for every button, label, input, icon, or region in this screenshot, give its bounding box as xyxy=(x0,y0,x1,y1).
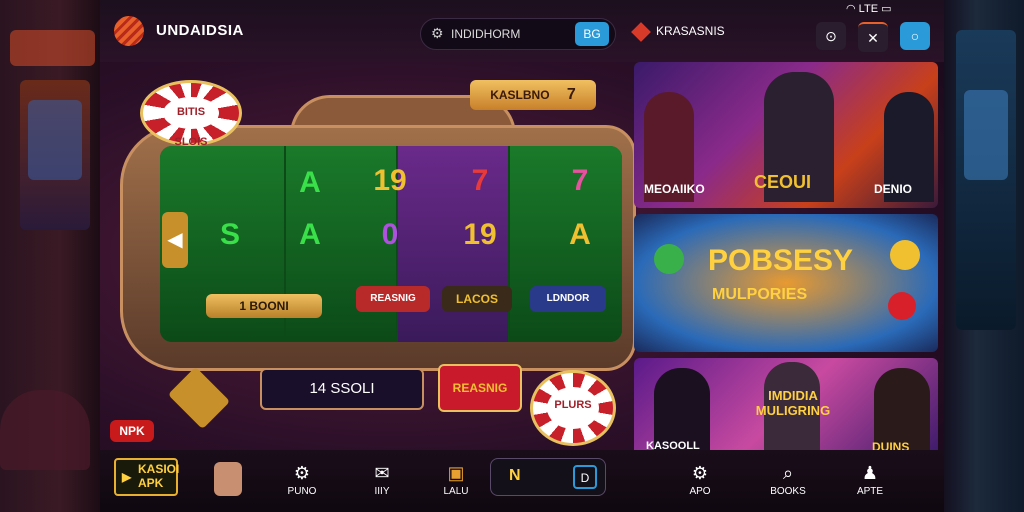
card-1-center-label: CEOUI xyxy=(754,172,812,192)
card-1-left-label: MEOAIIKO xyxy=(644,182,705,196)
battery-icon: ▭ xyxy=(881,3,892,15)
nav-item-messages[interactable]: ✉ IIIY xyxy=(352,460,412,497)
reel-symbol: 19 xyxy=(373,164,407,197)
spin-badge[interactable]: REASNIG xyxy=(438,364,522,412)
promo-card-3[interactable]: KASOOLL IMDIDIA MULIGRING DUINS xyxy=(634,358,938,458)
box-icon: ▣ xyxy=(447,463,465,483)
nav-item-profile[interactable]: ♟ APTE xyxy=(840,460,900,497)
right-background xyxy=(944,0,1024,512)
search-icon-button[interactable]: ○ xyxy=(900,22,930,50)
nav-label: APO xyxy=(689,486,711,497)
arcade-screen-left xyxy=(28,100,82,180)
bet-label: 14 SSOLI xyxy=(309,380,375,397)
search-bar[interactable]: ⚙ INDIDHORM BG xyxy=(420,18,616,50)
bottom-nav: ▶ KASIOI APK ⚙ PUNO ✉ IIIY ▣ LALU N D ⚙ … xyxy=(100,450,944,512)
nav-label: APTE xyxy=(856,486,884,497)
nav-item-search[interactable]: ⌕ BOOKS xyxy=(758,460,818,497)
bonus-button[interactable]: 1 BOONI xyxy=(206,294,322,318)
nav-label: LALU xyxy=(443,486,469,497)
coin-icon xyxy=(654,244,684,274)
npk-badge[interactable]: NPK xyxy=(110,420,154,442)
reel-label: REASNIG xyxy=(356,286,430,312)
nav-label: BOOKS xyxy=(770,486,806,497)
prev-arrow-button[interactable]: ◀ xyxy=(162,212,188,268)
arcade-sign-left xyxy=(10,30,95,66)
center-toggle[interactable]: N D xyxy=(490,458,606,496)
left-background xyxy=(0,0,100,512)
apk-tag-label: KASIOI APK xyxy=(138,462,180,490)
reel-symbol: 7 xyxy=(471,164,489,197)
status-indicators: ◠ LTE ▭ xyxy=(846,2,892,15)
card-1-right-label: DENIO xyxy=(874,182,913,196)
npk-label: NPK xyxy=(119,424,145,438)
nav-item-apps[interactable]: ⚙ APO xyxy=(670,460,730,497)
kasino-badge[interactable]: KASLBNO 7 xyxy=(470,80,596,110)
slots-chip-label: BITIS SLOIS xyxy=(163,97,219,148)
nav-item-settings[interactable]: ⚙ PUNO xyxy=(272,460,332,497)
nav-label: PUNO xyxy=(287,486,317,497)
bet-display[interactable]: 14 SSOLI xyxy=(260,368,424,410)
arcade-table-left xyxy=(0,390,90,470)
location-selector[interactable]: KRASASNIS xyxy=(631,21,725,42)
jackpot-chip-label: PLURS xyxy=(547,387,599,429)
reel-label: LACOS xyxy=(442,286,512,312)
tools-button[interactable]: ✕ xyxy=(858,22,888,52)
coin-icon xyxy=(890,240,920,270)
reel-symbol: S xyxy=(219,218,240,251)
search-button[interactable]: BG xyxy=(575,22,609,46)
gem-icon xyxy=(631,21,651,42)
kasino-badge-label: KASLBNO xyxy=(490,88,550,102)
reel-symbol: 19 xyxy=(463,218,497,251)
bell-icon[interactable] xyxy=(167,366,231,430)
logo-icon xyxy=(114,16,144,46)
center-left-label: N xyxy=(509,467,521,484)
jackpot-chip: PLURS xyxy=(530,370,616,446)
reel-symbol: A xyxy=(299,166,321,199)
gear-icon: ⚙ xyxy=(293,463,311,483)
card-2-subtitle: MULPORIES xyxy=(712,286,808,303)
reel-symbol: A xyxy=(569,218,591,251)
heart-icon xyxy=(888,292,916,320)
coin-button[interactable]: ⊙ xyxy=(816,22,846,50)
reel-symbol: A xyxy=(299,218,321,251)
kasino-badge-number: 7 xyxy=(566,86,576,103)
reel-symbol: 7 xyxy=(571,164,589,197)
reel-label: LDNDOR xyxy=(530,286,606,312)
nav-avatar[interactable] xyxy=(214,462,242,496)
brand-title: UNDAIDSIA xyxy=(156,22,244,39)
promo-card-1[interactable]: MEOAIIKO CEOUI DENIO xyxy=(634,62,938,208)
play-icon: ▶ xyxy=(122,470,132,484)
search-icon: ⌕ xyxy=(782,463,794,483)
wifi-icon: ◠ xyxy=(846,3,856,15)
top-bar: UNDAIDSIA ⚙ INDIDHORM BG KRASASNIS ◠ LTE… xyxy=(100,0,944,62)
apps-icon: ⚙ xyxy=(691,463,709,483)
user-icon: ♟ xyxy=(861,463,879,483)
network-label: LTE xyxy=(858,3,879,15)
card-2-title: POBSESY xyxy=(708,244,854,277)
nav-label: IIIY xyxy=(374,486,390,497)
search-input[interactable]: INDIDHORM xyxy=(451,27,520,41)
nav-item-store[interactable]: ▣ LALU xyxy=(426,460,486,497)
promo-card-2[interactable]: POBSESY MULPORIES xyxy=(634,214,938,352)
chat-icon: ✉ xyxy=(374,463,390,483)
location-label: KRASASNIS xyxy=(656,24,725,38)
slots-chip: BITIS SLOIS xyxy=(140,80,242,148)
arcade-screen-right xyxy=(964,90,1008,180)
app-window: UNDAIDSIA ⚙ INDIDHORM BG KRASASNIS ◠ LTE… xyxy=(100,0,944,512)
bonus-label: 1 BOONI xyxy=(239,299,289,313)
spin-badge-label: REASNIG xyxy=(452,381,508,395)
apk-tag[interactable]: ▶ KASIOI APK xyxy=(114,458,180,496)
reel-symbol: 0 xyxy=(381,218,399,251)
search-icon: ⚙ xyxy=(431,25,444,41)
arcade-cabinet-right xyxy=(956,30,1016,330)
card-3-center-label: IMDIDIA MULIGRING xyxy=(755,388,831,418)
center-right-button[interactable]: D xyxy=(573,465,597,489)
slot-reels: A S A 19 0 19 7 A 7 REASNIG LACOS LDNDOR… xyxy=(160,146,622,342)
